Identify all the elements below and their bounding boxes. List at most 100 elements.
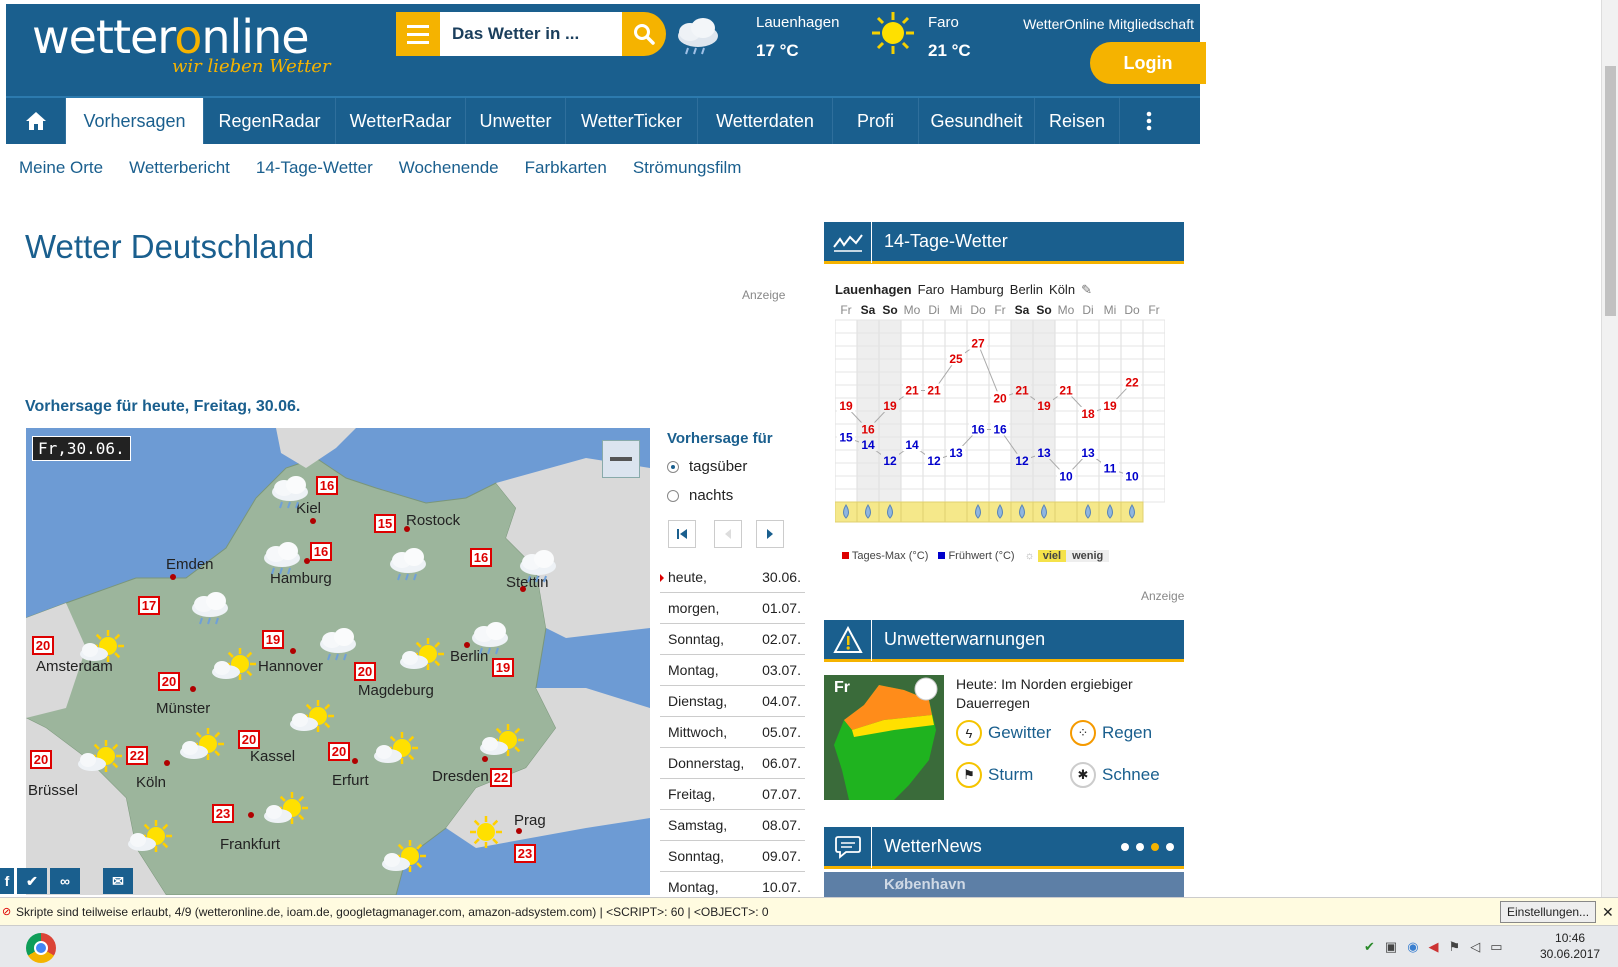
nav-wetterticker[interactable]: WetterTicker	[566, 98, 698, 144]
city-tab-koeln[interactable]: Köln	[1049, 282, 1075, 298]
city-tab-hamburg[interactable]: Hamburg	[950, 282, 1003, 298]
tage14-header[interactable]: 14-Tage-Wetter	[824, 220, 1184, 264]
day-row[interactable]: Mittwoch, 05.07.	[660, 717, 805, 748]
map-temperature-badge[interactable]: 20	[32, 636, 54, 655]
news-header[interactable]: WetterNews	[824, 825, 1184, 869]
map-city-label[interactable]: Emden	[166, 556, 214, 573]
day-row[interactable]: heute, 30.06.	[660, 562, 805, 593]
header-weather-1[interactable]: Lauenhagen 17 °C	[756, 14, 839, 61]
day-row[interactable]: Montag, 03.07.	[660, 655, 805, 686]
warning-map[interactable]: Fr	[824, 675, 944, 800]
map-city-label[interactable]: Köln	[136, 774, 166, 791]
unwetter-header[interactable]: Unwetterwarnungen	[824, 618, 1184, 662]
day-row[interactable]: Sonntag, 09.07.	[660, 841, 805, 872]
map-temperature-badge[interactable]: 23	[212, 804, 234, 823]
membership-link[interactable]: WetterOnline Mitgliedschaft	[1006, 16, 1194, 32]
login-button[interactable]: Login	[1090, 42, 1206, 84]
map-city-label[interactable]: Erfurt	[332, 772, 369, 789]
map-city-label[interactable]: Münster	[156, 700, 210, 717]
day-row[interactable]: Dienstag, 04.07.	[660, 686, 805, 717]
nav-profi[interactable]: Profi	[833, 98, 919, 144]
warn-sturm[interactable]: ⚑ Sturm	[956, 762, 1033, 788]
warn-gewitter[interactable]: ϟ Gewitter	[956, 720, 1051, 746]
network-icon[interactable]: ◉	[1407, 939, 1418, 955]
city-tab-lauenhagen[interactable]: Lauenhagen	[835, 282, 912, 298]
map-temperature-badge[interactable]: 20	[354, 662, 376, 681]
day-row[interactable]: Freitag, 07.07.	[660, 779, 805, 810]
twitter-icon[interactable]: ✔	[17, 868, 47, 894]
prev-day-button[interactable]	[714, 520, 742, 548]
map-temperature-badge[interactable]: 16	[310, 542, 332, 561]
map-city-label[interactable]: Frankfurt	[220, 836, 280, 853]
nav-wetterradar[interactable]: WetterRadar	[336, 98, 466, 144]
carousel-dots[interactable]	[1121, 843, 1174, 851]
site-logo[interactable]: wetteronline wir lieben Wetter	[32, 10, 331, 77]
next-day-button[interactable]	[756, 520, 784, 548]
day-row[interactable]: morgen, 01.07.	[660, 593, 805, 624]
search-input[interactable]	[440, 12, 622, 56]
subnav-14-tage[interactable]: 14-Tage-Wetter	[256, 158, 373, 178]
scroll-thumb[interactable]	[1605, 66, 1616, 316]
volume-icon[interactable]: ◁	[1470, 939, 1480, 955]
zoom-out-button[interactable]	[602, 440, 640, 478]
chrome-icon[interactable]	[26, 933, 56, 963]
map-city-label[interactable]: Kassel	[250, 748, 295, 765]
search-button[interactable]	[622, 12, 666, 56]
notification-icon[interactable]: ▭	[1490, 939, 1502, 955]
map-temperature-badge[interactable]: 16	[316, 476, 338, 495]
day-row[interactable]: Donnerstag, 06.07.	[660, 748, 805, 779]
security-icon[interactable]: ✔	[1364, 939, 1375, 955]
subnav-farbkarten[interactable]: Farbkarten	[525, 158, 607, 178]
map-city-label[interactable]: Dresden	[432, 768, 489, 785]
map-city-label[interactable]: Brüssel	[28, 782, 78, 799]
day-row[interactable]: Samstag, 08.07.	[660, 810, 805, 841]
map-temperature-badge[interactable]: 20	[158, 672, 180, 691]
city-tab-faro[interactable]: Faro	[918, 282, 945, 298]
noscript-settings-button[interactable]: Einstellungen...	[1500, 901, 1597, 923]
subnav-wochenende[interactable]: Wochenende	[399, 158, 499, 178]
map-temperature-badge[interactable]: 19	[262, 630, 284, 649]
speaker-muted-icon[interactable]: ◀	[1429, 939, 1439, 955]
map-temperature-badge[interactable]: 19	[492, 658, 514, 677]
more-menu-button[interactable]	[1120, 98, 1178, 144]
news-image[interactable]: København	[824, 872, 1184, 897]
map-city-label[interactable]: Prag	[514, 812, 546, 829]
link-icon[interactable]: ∞	[50, 868, 80, 894]
subnav-meine-orte[interactable]: Meine Orte	[19, 158, 103, 178]
page-scrollbar[interactable]	[1601, 0, 1618, 897]
nav-wetterdaten[interactable]: Wetterdaten	[698, 98, 833, 144]
nav-unwetter[interactable]: Unwetter	[466, 98, 566, 144]
nav-regenradar[interactable]: RegenRadar	[204, 98, 336, 144]
flag-icon[interactable]: ⚑	[1449, 939, 1461, 955]
first-day-button[interactable]	[668, 520, 696, 548]
mail-icon[interactable]: ✉	[103, 868, 133, 894]
map-temperature-badge[interactable]: 15	[374, 514, 396, 533]
city-tab-berlin[interactable]: Berlin	[1010, 282, 1043, 298]
tage14-chart[interactable]: Fr Sa So Mo Di Mi Do Fr Sa So Mo Di Mi Do Fr 19 16 19 21 21…	[835, 304, 1165, 559]
warn-regen[interactable]: ⁘ Regen	[1070, 720, 1152, 746]
weather-map[interactable]: Fr,30.06. Kiel Rostock Emden Hamburg Stettin…	[26, 428, 650, 895]
map-temperature-badge[interactable]: 20	[328, 742, 350, 761]
map-temperature-badge[interactable]: 23	[514, 844, 536, 863]
day-row[interactable]: Sonntag, 02.07.	[660, 624, 805, 655]
map-temperature-badge[interactable]: 20	[30, 750, 52, 769]
map-city-label[interactable]: Rostock	[406, 512, 460, 529]
close-icon[interactable]: ✕	[1602, 904, 1614, 921]
subnav-stroemungsfilm[interactable]: Strömungsfilm	[633, 158, 742, 178]
subnav-wetterbericht[interactable]: Wetterbericht	[129, 158, 230, 178]
home-button[interactable]	[6, 98, 66, 144]
radio-nachts[interactable]: nachts	[667, 487, 733, 504]
radio-tagsueber[interactable]: tagsüber	[667, 458, 747, 475]
map-city-label[interactable]: Magdeburg	[358, 682, 434, 699]
header-weather-2[interactable]: Faro 21 °C	[928, 14, 971, 61]
warn-schnee[interactable]: ✱ Schnee	[1070, 762, 1160, 788]
nav-vorhersagen[interactable]: Vorhersagen	[66, 98, 204, 144]
map-temperature-badge[interactable]: 17	[138, 596, 160, 615]
map-temperature-badge[interactable]: 22	[126, 746, 148, 765]
taskbar-clock[interactable]: 10:46 30.06.2017	[1540, 930, 1600, 962]
nav-reisen[interactable]: Reisen	[1035, 98, 1120, 144]
window-icon[interactable]: ▣	[1385, 939, 1397, 955]
map-temperature-badge[interactable]: 22	[490, 768, 512, 787]
map-temperature-badge[interactable]: 20	[238, 730, 260, 749]
edit-pencil-icon[interactable]: ✎	[1081, 282, 1092, 298]
